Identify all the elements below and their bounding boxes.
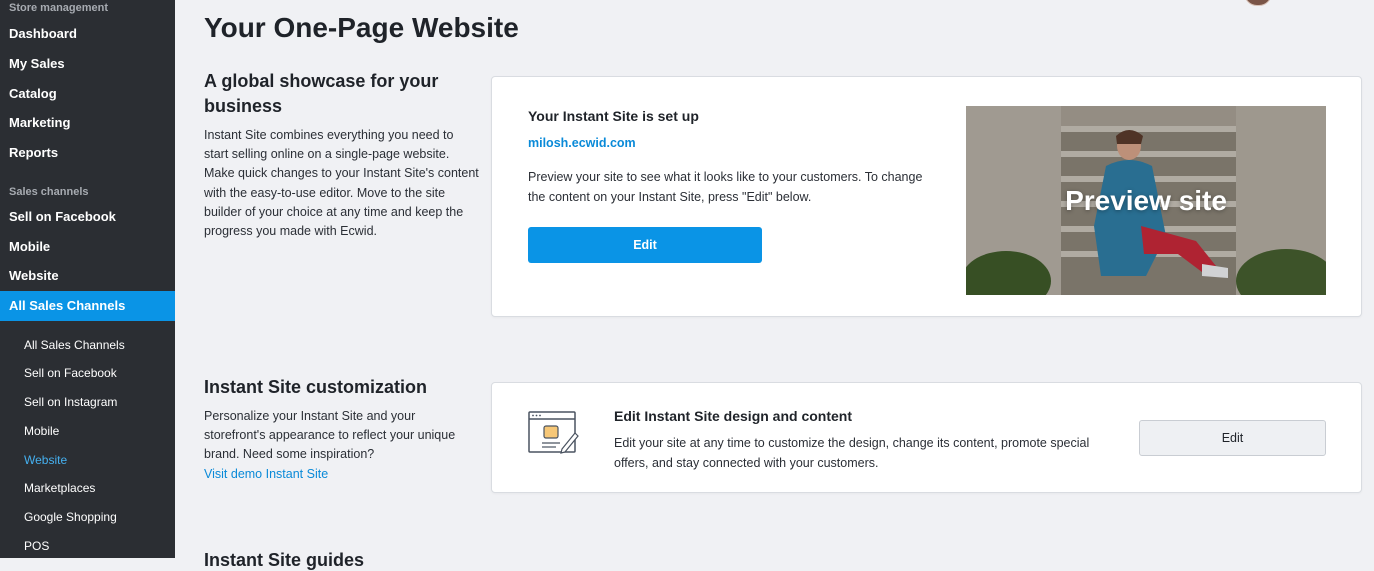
preview-site-thumbnail[interactable]: Preview site bbox=[966, 106, 1326, 295]
design-editor-card-description: Edit your site at any time to customize … bbox=[614, 436, 1090, 470]
sidebar-subitem-sell-on-instagram[interactable]: Sell on Instagram bbox=[24, 394, 117, 410]
design-editor-card: Edit Instant Site design and content Edi… bbox=[491, 382, 1362, 493]
sidebar-section-sales-channels: Sales channels bbox=[9, 186, 89, 198]
instant-site-card: Your Instant Site is set up milosh.ecwid… bbox=[491, 76, 1362, 317]
next-section-heading: Instant Site guides bbox=[204, 550, 365, 570]
sidebar-subitem-website[interactable]: Website bbox=[24, 452, 67, 468]
customization-description: Personalize your Instant Site and your s… bbox=[204, 407, 480, 484]
showcase-heading: A global showcase for your business bbox=[204, 71, 439, 116]
store-url-link[interactable]: milosh.ecwid.com bbox=[528, 136, 636, 150]
sidebar-section-store-management: Store management bbox=[9, 2, 109, 14]
sidebar-subitem-marketplaces[interactable]: Marketplaces bbox=[24, 480, 95, 496]
design-editor-icon bbox=[528, 411, 579, 454]
edit-site-button[interactable]: Edit bbox=[528, 227, 762, 263]
sidebar-item-dashboard[interactable]: Dashboard bbox=[0, 19, 175, 49]
sidebar-subitem-sell-on-facebook[interactable]: Sell on Facebook bbox=[24, 365, 117, 381]
sidebar-item-all-sales-channels[interactable]: All Sales Channels bbox=[0, 291, 175, 321]
design-editor-card-title: Edit Instant Site design and content bbox=[614, 408, 853, 424]
showcase-description: Instant Site combines everything you nee… bbox=[204, 128, 479, 239]
sidebar-item-website[interactable]: Website bbox=[0, 261, 175, 291]
sidebar-item-marketing[interactable]: Marketing bbox=[0, 108, 175, 138]
page-title: Your One-Page Website bbox=[204, 12, 519, 43]
instant-site-card-title: Your Instant Site is set up bbox=[528, 108, 699, 124]
sidebar-subitem-mobile[interactable]: Mobile bbox=[24, 423, 59, 439]
customization-heading: Instant Site customization bbox=[204, 377, 428, 397]
sidebar-item-mobile[interactable]: Mobile bbox=[0, 232, 175, 262]
sidebar-item-reports[interactable]: Reports bbox=[0, 138, 175, 168]
sidebar: Store management Dashboard My Sales Cata… bbox=[0, 0, 175, 558]
sidebar-subitem-pos[interactable]: POS bbox=[24, 538, 49, 554]
preview-site-label[interactable]: Preview site bbox=[966, 106, 1326, 295]
sidebar-item-catalog[interactable]: Catalog bbox=[0, 79, 175, 109]
edit-design-button[interactable]: Edit bbox=[1139, 420, 1326, 456]
sidebar-item-sell-on-facebook[interactable]: Sell on Facebook bbox=[0, 202, 175, 232]
visit-demo-link[interactable]: Visit demo Instant Site bbox=[204, 467, 328, 481]
customization-body: Personalize your Instant Site and your s… bbox=[204, 409, 456, 462]
sidebar-item-my-sales[interactable]: My Sales bbox=[0, 49, 175, 79]
sidebar-subitem-google-shopping[interactable]: Google Shopping bbox=[24, 509, 117, 525]
avatar[interactable] bbox=[1244, 0, 1272, 6]
instant-site-card-description: Preview your site to see what it looks l… bbox=[528, 170, 923, 204]
sidebar-subitem-all-sales-channels[interactable]: All Sales Channels bbox=[24, 337, 125, 353]
